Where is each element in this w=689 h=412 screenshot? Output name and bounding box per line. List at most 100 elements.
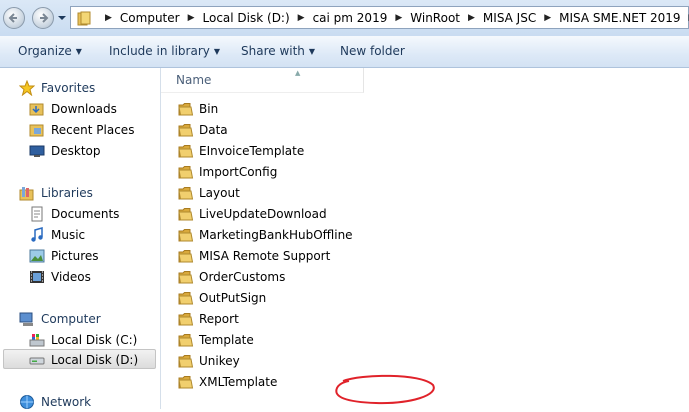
dropdown-caret-icon: ▼ [75, 47, 82, 56]
list-item[interactable]: EInvoiceTemplate [178, 141, 304, 161]
list-item[interactable]: Data [178, 120, 228, 140]
list-item[interactable]: Unikey [178, 351, 240, 371]
music-note-icon [31, 227, 43, 242]
column-header-name[interactable]: Name ▲ [161, 68, 364, 93]
nav-favorites[interactable]: Favorites [19, 78, 95, 98]
item-name: MISA Remote Support [199, 249, 331, 263]
nav-local-disk-c[interactable]: Local Disk (C:) [29, 330, 137, 350]
back-button[interactable] [3, 7, 25, 29]
documents-icon [31, 206, 43, 222]
folder-icon [178, 208, 194, 221]
drive-icon [29, 357, 45, 365]
item-name: Unikey [199, 354, 240, 368]
nav-pictures[interactable]: Pictures [29, 246, 99, 266]
item-name: LiveUpdateDownload [199, 207, 327, 221]
nav-music[interactable]: Music [29, 225, 85, 245]
breadcrumb-separator-icon[interactable]: ▶ [685, 13, 689, 23]
organize-button[interactable]: Organize ▼ [18, 44, 82, 58]
folder-icon [178, 355, 194, 368]
list-item[interactable]: Bin [178, 99, 218, 119]
back-arrow-icon [8, 13, 17, 23]
nav-libraries[interactable]: Libraries [19, 183, 93, 203]
navigation-pane: Favorites Downloads Recent Places Deskto… [0, 68, 161, 409]
breadcrumb-separator-icon[interactable]: ▶ [184, 13, 199, 23]
folder-icon [178, 292, 194, 305]
breadcrumb-separator-icon[interactable]: ▶ [294, 13, 309, 23]
item-name: OrderCustoms [199, 270, 286, 284]
folder-icon [178, 271, 194, 284]
command-toolbar: Organize ▼ Include in library ▼ Share with… [0, 36, 689, 68]
address-bar-area: ▶ Computer ▶ Local Disk (D:) ▶ cai pm 2019 ▶ Wi… [0, 0, 689, 36]
nav-recent-places[interactable]: Recent Places [29, 120, 134, 140]
list-item[interactable]: Report [178, 309, 239, 329]
list-item[interactable]: OutPutSign [178, 288, 266, 308]
list-item[interactable]: Template [178, 330, 254, 350]
folder-icon [178, 187, 194, 200]
downloads-folder-icon [29, 103, 44, 116]
item-name: Layout [199, 186, 240, 200]
nav-network[interactable]: Network [19, 392, 91, 412]
breadcrumb-item[interactable]: MISA SME.NET 2019 [555, 11, 684, 25]
forward-button[interactable] [32, 7, 54, 29]
network-icon [20, 395, 34, 409]
breadcrumb-item[interactable]: Computer [116, 11, 184, 25]
desktop-icon [29, 145, 45, 157]
nav-downloads[interactable]: Downloads [29, 99, 117, 119]
folder-icon [178, 103, 194, 116]
share-with-button[interactable]: Share with ▼ [241, 44, 315, 58]
windows-drive-icon [29, 334, 45, 347]
folder-icon [178, 166, 194, 179]
computer-icon [19, 312, 33, 326]
item-name: XMLTemplate [199, 375, 278, 389]
folder-icon [178, 376, 194, 389]
breadcrumb-separator-icon[interactable]: ▶ [101, 13, 116, 23]
breadcrumb: ▶ Computer ▶ Local Disk (D:) ▶ cai pm 2019 ▶ Wi… [101, 7, 689, 28]
recent-places-icon [29, 124, 44, 137]
item-name: OutPutSign [199, 291, 267, 305]
list-item[interactable]: Layout [178, 183, 240, 203]
sort-ascending-icon: ▲ [295, 69, 301, 77]
dropdown-caret-icon: ▼ [213, 47, 221, 56]
address-path-box[interactable]: ▶ Computer ▶ Local Disk (D:) ▶ cai pm 2019 ▶ Wi… [70, 6, 689, 29]
include-in-library-button[interactable]: Include in library ▼ [109, 44, 220, 58]
folder-icon [178, 124, 194, 137]
item-name: ImportConfig [199, 165, 278, 179]
nav-videos[interactable]: Videos [29, 267, 91, 287]
nav-desktop[interactable]: Desktop [29, 141, 101, 161]
list-item[interactable]: OrderCustoms [178, 267, 285, 287]
red-annotation-circle [335, 374, 435, 405]
folder-icon [178, 334, 194, 347]
star-icon [19, 80, 35, 96]
new-folder-button[interactable]: New folder [340, 44, 405, 58]
nav-computer[interactable]: Computer [19, 309, 101, 329]
item-name: MarketingBankHubOffline [199, 228, 353, 242]
file-list-pane: Name ▲ Bin Data EInvoiceTemplate ImportConf… [161, 68, 689, 409]
libraries-icon [19, 187, 34, 201]
item-name: Template [199, 333, 254, 347]
forward-arrow-icon [40, 13, 49, 23]
videos-icon [30, 271, 44, 283]
list-item[interactable]: MISA Remote Support [178, 246, 330, 266]
breadcrumb-separator-icon[interactable]: ▶ [540, 13, 555, 23]
recent-pages-chevron-icon[interactable] [57, 13, 67, 23]
list-item[interactable]: LiveUpdateDownload [178, 204, 327, 224]
folder-icon [178, 229, 194, 242]
breadcrumb-separator-icon[interactable]: ▶ [464, 13, 479, 23]
item-name: Report [199, 312, 239, 326]
folder-icon [178, 145, 194, 158]
nav-local-disk-d[interactable]: Local Disk (D:) [29, 350, 138, 370]
breadcrumb-item[interactable]: MISA JSC [479, 11, 540, 25]
pictures-icon [29, 249, 45, 263]
dropdown-caret-icon: ▼ [308, 47, 316, 56]
list-item[interactable]: MarketingBankHubOffline [178, 225, 353, 245]
breadcrumb-separator-icon[interactable]: ▶ [391, 13, 406, 23]
item-name: Data [199, 123, 228, 137]
list-item[interactable]: ImportConfig [178, 162, 277, 182]
breadcrumb-item[interactable]: WinRoot [406, 11, 464, 25]
list-item[interactable]: XMLTemplate [178, 372, 277, 392]
nav-documents[interactable]: Documents [29, 204, 119, 224]
folder-icon [77, 11, 91, 26]
breadcrumb-item[interactable]: Local Disk (D:) [199, 11, 294, 25]
breadcrumb-item[interactable]: cai pm 2019 [309, 11, 392, 25]
folder-icon [178, 313, 194, 326]
